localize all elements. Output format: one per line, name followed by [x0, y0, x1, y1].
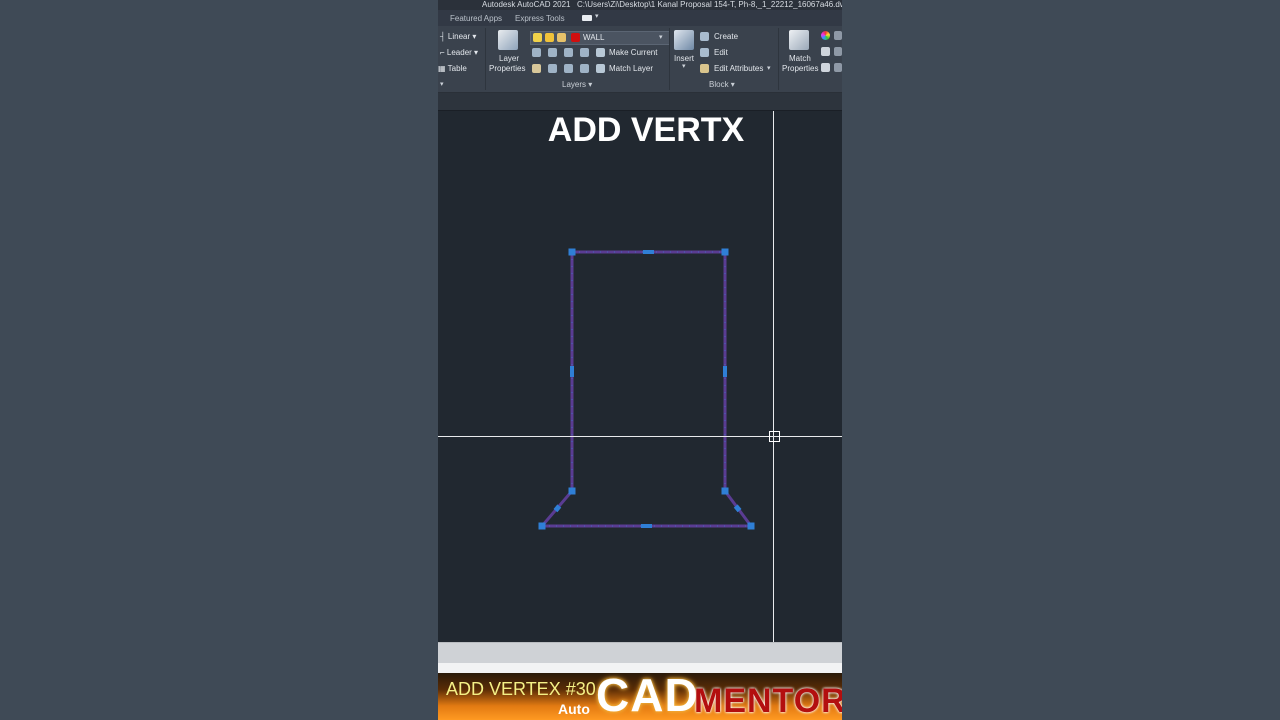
- banner-caption: ADD VERTEX #30: [446, 679, 596, 699]
- create-block-button[interactable]: Create: [714, 32, 738, 41]
- leader-button[interactable]: ⌐ Leader ▾: [440, 48, 478, 57]
- block-panel-label[interactable]: Block ▾: [709, 80, 735, 89]
- current-layer-name: WALL: [583, 33, 605, 42]
- vertex-grip[interactable]: [721, 248, 729, 256]
- sun-icon: [545, 33, 554, 42]
- polyline-drawing[interactable]: [438, 111, 842, 642]
- match-properties-icon[interactable]: [789, 30, 809, 50]
- layer-tool-icon[interactable]: [548, 64, 557, 73]
- chevron-down-icon: ▾: [659, 34, 663, 41]
- right-letterbox: [842, 0, 1280, 720]
- left-letterbox: [0, 0, 438, 720]
- panel-divider: [485, 28, 486, 90]
- lineweight-icon[interactable]: [821, 47, 830, 56]
- insert-block-icon[interactable]: [674, 30, 694, 50]
- leader-label: Leader: [446, 48, 472, 57]
- logo-cad: CAD: [596, 669, 699, 720]
- vertex-grip[interactable]: [747, 522, 755, 530]
- chevron-down-icon[interactable]: ▾: [595, 12, 599, 20]
- lock-icon: [557, 33, 566, 42]
- midpoint-grip[interactable]: [643, 250, 654, 254]
- edit-block-icon: [700, 48, 709, 57]
- match-properties-label-1[interactable]: Match: [789, 54, 811, 63]
- layer-properties-label-2[interactable]: Properties: [489, 64, 525, 73]
- layer-tool-icon[interactable]: [580, 48, 589, 57]
- panel-divider: [669, 28, 670, 90]
- crosshair-vertical: [773, 111, 774, 642]
- linetype-icon[interactable]: [821, 63, 830, 72]
- logo-auto: Auto: [558, 701, 590, 717]
- linear-dimension-button[interactable]: ┤ Linear ▾: [440, 32, 476, 41]
- chevron-down-icon[interactable]: ▾: [682, 62, 686, 70]
- linear-label: Linear: [447, 32, 471, 41]
- layer-tool-icon[interactable]: [564, 64, 573, 73]
- make-current-icon: [596, 48, 605, 57]
- midpoint-grip[interactable]: [570, 366, 574, 377]
- title-bar: Autodesk AutoCAD 2021 C:\Users\Zi\Deskto…: [438, 0, 842, 10]
- block-panel-text: Block: [709, 80, 729, 89]
- match-layer-icon: [596, 64, 605, 73]
- layer-color-swatch: [571, 33, 580, 42]
- create-block-icon: [700, 32, 709, 41]
- table-button[interactable]: ▦ Table: [438, 64, 467, 73]
- logo-mentor: MENTOR: [694, 682, 842, 720]
- midpoint-grip[interactable]: [641, 524, 652, 528]
- color-wheel-icon[interactable]: [821, 31, 830, 40]
- vertex-grip[interactable]: [568, 487, 576, 495]
- properties-tool-icon[interactable]: [834, 31, 842, 40]
- autocad-window: Autodesk AutoCAD 2021 C:\Users\Zi\Deskto…: [438, 0, 842, 720]
- panel-divider: [778, 28, 779, 90]
- layers-panel-text: Layers: [562, 80, 587, 89]
- layer-tool-icon[interactable]: [564, 48, 573, 57]
- edit-attributes-icon: [700, 64, 709, 73]
- chevron-down-icon[interactable]: ▾: [767, 64, 771, 72]
- properties-tool-icon[interactable]: [834, 63, 842, 72]
- file-path: C:\Users\Zi\Desktop\1 Kanal Proposal 154…: [577, 0, 842, 9]
- layer-tool-icon[interactable]: [532, 48, 541, 57]
- branding-banner: ADD VERTEX #30 Auto CAD MENTOR: [438, 669, 842, 720]
- lightbulb-icon: [533, 33, 542, 42]
- match-properties-label-2[interactable]: Properties: [782, 64, 818, 73]
- midpoint-grip[interactable]: [723, 366, 727, 377]
- make-current-button[interactable]: Make Current: [609, 48, 657, 57]
- ribbon-panel: ┤ Linear ▾ ⌐ Leader ▾ ▦ Table ▾ Layer Pr…: [438, 26, 842, 93]
- app-title: Autodesk AutoCAD 2021: [482, 0, 571, 9]
- vertex-grip[interactable]: [721, 487, 729, 495]
- file-tab-strip: [438, 93, 842, 111]
- drawing-canvas[interactable]: ADD VERTX: [438, 111, 842, 642]
- tab-featured-apps[interactable]: Featured Apps: [450, 14, 502, 23]
- layer-tool-icon[interactable]: [532, 64, 541, 73]
- layers-panel-label[interactable]: Layers ▾: [562, 80, 592, 89]
- workspace-toggle-icon[interactable]: [582, 15, 592, 21]
- layer-properties-icon[interactable]: [498, 30, 518, 50]
- ribbon-tab-bar: Featured Apps Express Tools ▾: [438, 10, 842, 26]
- cursor-pickbox: [769, 431, 780, 442]
- edit-block-button[interactable]: Edit: [714, 48, 728, 57]
- layer-tool-icon[interactable]: [548, 48, 557, 57]
- table-label: Table: [447, 64, 467, 73]
- layer-properties-label-1[interactable]: Layer: [499, 54, 519, 63]
- crosshair-horizontal: [438, 436, 842, 437]
- selected-polyline[interactable]: [538, 250, 754, 528]
- edit-attributes-button[interactable]: Edit Attributes: [714, 64, 763, 73]
- layer-dropdown[interactable]: WALL ▾: [530, 31, 670, 45]
- properties-tool-icon[interactable]: [834, 47, 842, 56]
- tab-express-tools[interactable]: Express Tools: [515, 14, 565, 23]
- chevron-down-icon[interactable]: ▾: [440, 80, 444, 88]
- layer-tool-icon[interactable]: [580, 64, 589, 73]
- command-line[interactable]: [438, 642, 842, 663]
- vertex-grip[interactable]: [568, 248, 576, 256]
- match-layer-button[interactable]: Match Layer: [609, 64, 653, 73]
- vertex-grip[interactable]: [538, 522, 546, 530]
